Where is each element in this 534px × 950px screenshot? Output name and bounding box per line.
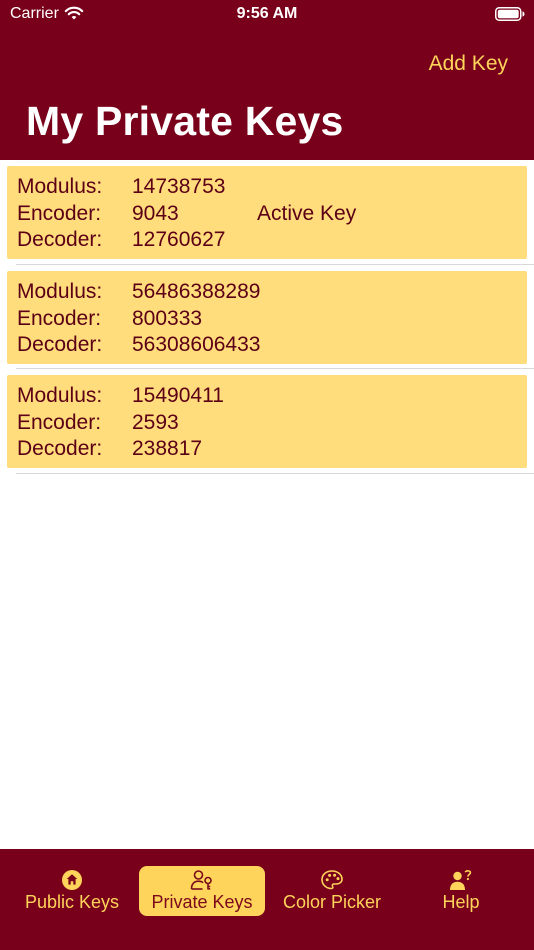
modulus-value: 14738753 (132, 175, 226, 198)
row-separator (16, 472, 534, 474)
key-card[interactable]: Modulus: 15490411 Encoder: 2593 Decoder:… (7, 375, 527, 468)
key-row: Modulus: 15490411 Encoder: 2593 Decoder:… (0, 369, 534, 474)
status-bar: Carrier 9:56 AM (0, 0, 534, 30)
tab-label: Private Keys (151, 892, 253, 912)
decoder-value: 12760627 (132, 228, 226, 251)
modulus-label: Modulus: (17, 175, 103, 198)
encoder-value: 800333 (132, 306, 203, 330)
tab-label: Color Picker (282, 892, 382, 912)
palette-icon (269, 869, 395, 891)
modulus-label: Modulus: (17, 279, 103, 303)
key-card[interactable]: Modulus: 14738753 Encoder: 9043 Active K… (7, 166, 527, 259)
decoder-label: Decoder: (17, 332, 103, 356)
tab-label: Public Keys (24, 892, 120, 912)
navigation-bar: Carrier 9:56 AM Add Key My Private Keys (0, 0, 534, 160)
decoder-label: Decoder: (17, 437, 103, 460)
key-row: Modulus: 14738753 Encoder: 9043 Active K… (0, 160, 534, 265)
key-card[interactable]: Modulus: 56486388289 Encoder: 800333 Dec… (7, 270, 527, 364)
encoder-label: Encoder: (17, 306, 102, 330)
battery-icon (495, 7, 525, 26)
tab-public-keys[interactable]: Public Keys (9, 866, 135, 916)
encoder-value: 2593 (132, 411, 179, 434)
tab-label: Help (442, 892, 480, 912)
decoder-value: 238817 (132, 437, 203, 460)
decoder-value: 56308606433 (132, 332, 261, 356)
encoder-label: Encoder: (17, 202, 102, 225)
tab-bar: Public Keys Private Keys Color Picker He… (0, 849, 534, 950)
person-question-icon (398, 869, 524, 891)
add-key-button[interactable]: Add Key (429, 52, 508, 76)
encoder-value: 9043 (132, 202, 179, 225)
page-title: My Private Keys (26, 98, 344, 144)
decoder-label: Decoder: (17, 228, 103, 251)
private-key-list: Modulus: 14738753 Encoder: 9043 Active K… (0, 160, 534, 474)
modulus-value: 15490411 (132, 384, 224, 407)
person-key-icon (139, 869, 265, 891)
status-time: 9:56 AM (236, 5, 298, 22)
modulus-label: Modulus: (17, 384, 103, 407)
active-key-badge: Active Key (257, 202, 357, 225)
tab-private-keys[interactable]: Private Keys (139, 866, 265, 916)
tab-color-picker[interactable]: Color Picker (269, 866, 395, 916)
tab-help[interactable]: Help (398, 866, 524, 916)
modulus-value: 56486388289 (132, 279, 261, 303)
house-icon (9, 869, 135, 891)
key-row: Modulus: 56486388289 Encoder: 800333 Dec… (0, 265, 534, 369)
encoder-label: Encoder: (17, 411, 102, 434)
